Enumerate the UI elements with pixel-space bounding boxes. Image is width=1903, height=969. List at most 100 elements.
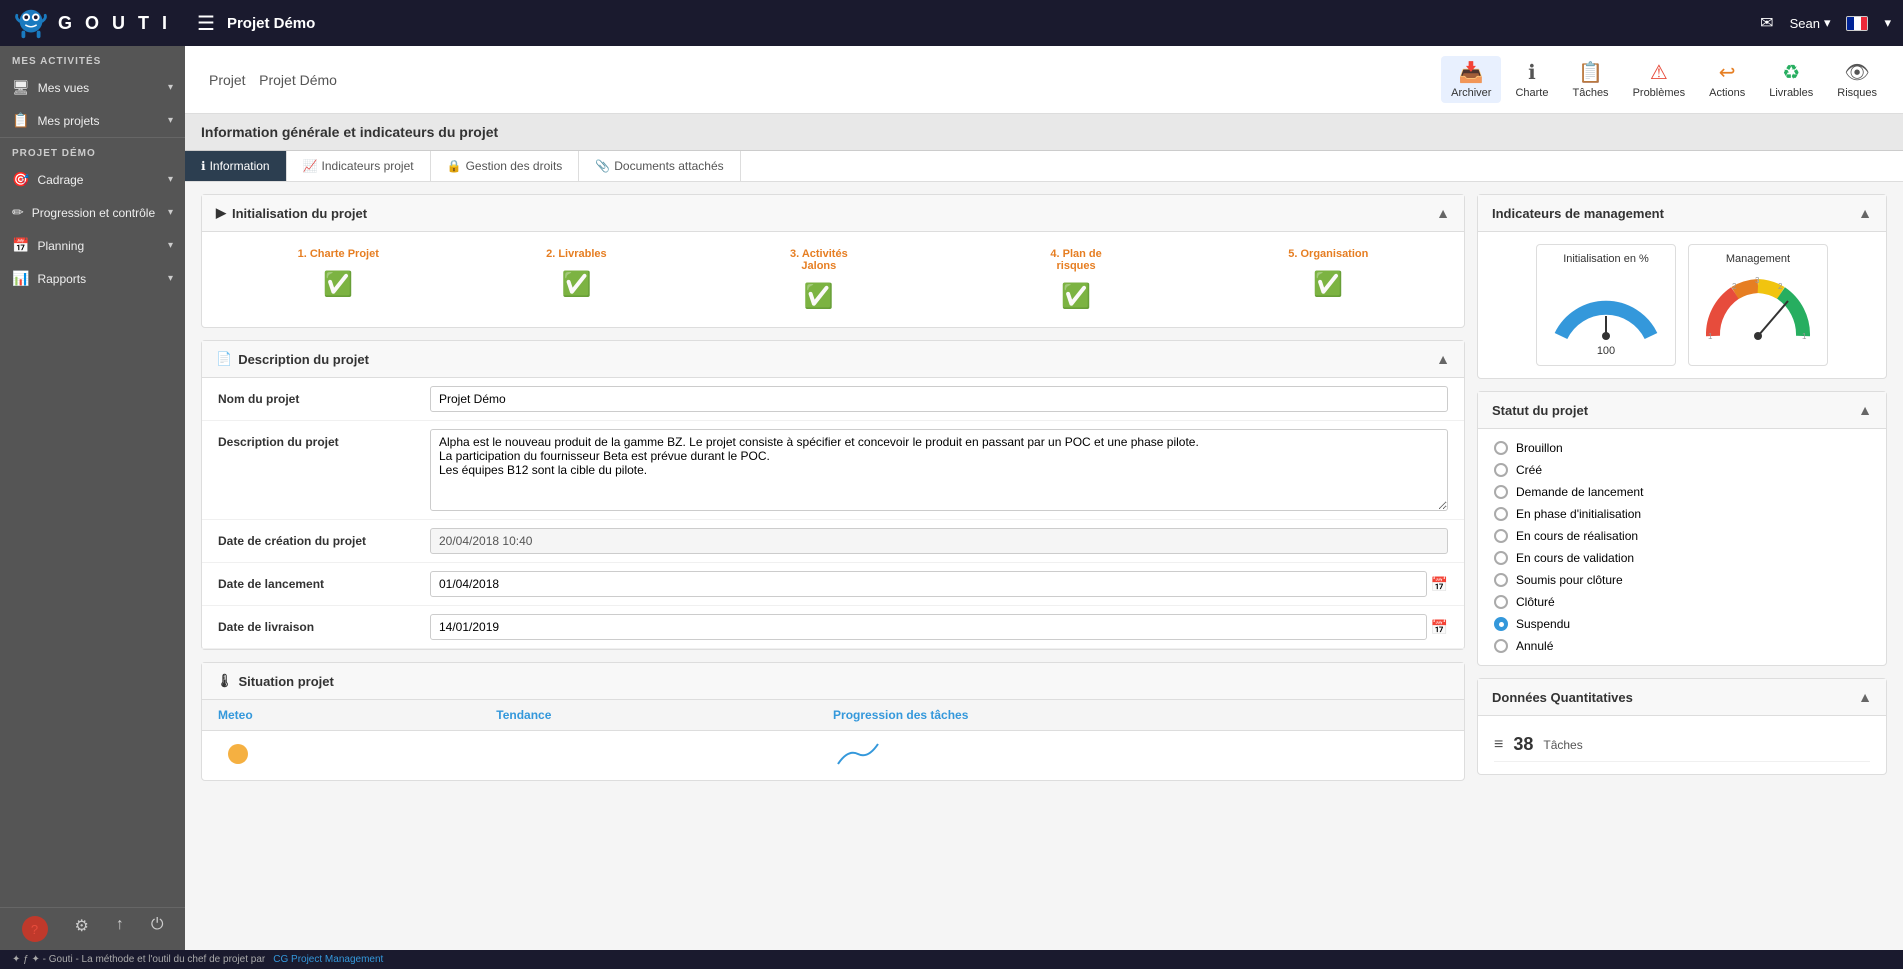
progression-icon: ✏: [12, 204, 24, 221]
indicateurs-content: Initialisation en % 100: [1478, 232, 1886, 378]
statut-cours-valid-label: En cours de validation: [1516, 551, 1634, 565]
language-flag[interactable]: [1846, 16, 1868, 31]
problemes-button[interactable]: ⚠ Problèmes: [1623, 56, 1696, 103]
radio-cree-icon: [1494, 463, 1508, 477]
mes-vues-arrow-icon: ▾: [168, 82, 173, 93]
tab-documents[interactable]: 📎 Documents attachés: [579, 151, 740, 181]
statut-soumis-cloture[interactable]: Soumis pour clôture: [1494, 573, 1870, 587]
statut-annule[interactable]: Annulé: [1494, 639, 1870, 653]
mes-activites-label: MES ACTIVITÉS: [0, 46, 185, 71]
statut-cours-validation[interactable]: En cours de validation: [1494, 551, 1870, 565]
content-title-row: Projet Projet Démo 📥 Archiver ℹ Charte 📋…: [185, 46, 1903, 114]
sidebar-item-progression[interactable]: ✏ Progression et contrôle ▾: [0, 196, 185, 229]
statut-brouillon[interactable]: Brouillon: [1494, 441, 1870, 455]
actions-button[interactable]: ↩ Actions: [1699, 56, 1755, 103]
svg-text:3: 3: [1755, 276, 1760, 285]
sidebar-item-cadrage[interactable]: 🎯 Cadrage ▾: [0, 163, 185, 196]
nav-right: ✉ Sean ▾ ▾: [1760, 13, 1891, 33]
taches-label: Tâches: [1572, 87, 1608, 99]
date-livraison-calendar-icon[interactable]: 📅: [1431, 619, 1448, 636]
charte-button[interactable]: ℹ Charte: [1505, 56, 1558, 103]
flag-red: [1861, 17, 1868, 30]
settings-icon[interactable]: ⚙: [75, 916, 89, 942]
power-icon[interactable]: ⏻: [151, 916, 164, 942]
description-projet-row: Description du projet: [202, 421, 1464, 520]
statut-phase-init[interactable]: En phase d'initialisation: [1494, 507, 1870, 521]
sidebar-item-rapports[interactable]: 📊 Rapports ▾: [0, 262, 185, 295]
description-title: Description du projet: [238, 352, 1436, 367]
situation-header: 🌡 Situation projet: [202, 663, 1464, 700]
indicateurs-collapse-icon[interactable]: ▲: [1858, 205, 1872, 221]
page-title: Projet Projet Démo: [201, 68, 337, 91]
tab-gestion-icon: 🔒: [447, 159, 462, 173]
sidebar-item-mes-vues[interactable]: 🖥 Mes vues ▾: [0, 71, 185, 104]
livrables-label: Livrables: [1769, 87, 1813, 99]
indicateurs-card: Indicateurs de management ▲ Initialisati…: [1477, 194, 1887, 379]
svg-text:2: 2: [1732, 282, 1737, 291]
gauge-init-title: Initialisation en %: [1563, 253, 1649, 265]
upload-icon[interactable]: ↑: [116, 916, 124, 942]
donnees-content: ≡ 38 Tâches: [1478, 716, 1886, 774]
mail-icon[interactable]: ✉: [1760, 13, 1773, 33]
statut-cours-realisation[interactable]: En cours de réalisation: [1494, 529, 1870, 543]
statut-header: Statut du projet ▲: [1478, 392, 1886, 429]
description-projet-textarea[interactable]: [430, 429, 1448, 511]
statut-suspendu[interactable]: Suspendu: [1494, 617, 1870, 631]
statut-cloture[interactable]: Clôturé: [1494, 595, 1870, 609]
date-livraison-label: Date de livraison: [218, 614, 418, 634]
help-button[interactable]: ?: [22, 916, 48, 942]
tab-indicateurs[interactable]: 📈 Indicateurs projet: [287, 151, 431, 181]
date-lancement-input[interactable]: [430, 571, 1427, 597]
flag-blue: [1847, 17, 1854, 30]
date-lancement-calendar-icon[interactable]: 📅: [1431, 576, 1448, 593]
initialisation-card: ▶ Initialisation du projet ▲ 1. Charte P…: [201, 194, 1465, 328]
problemes-label: Problèmes: [1633, 87, 1686, 99]
date-lancement-wrap: 📅: [430, 571, 1448, 597]
nom-projet-input[interactable]: [430, 386, 1448, 412]
date-lancement-row: Date de lancement 📅: [202, 563, 1464, 606]
nom-projet-label: Nom du projet: [218, 386, 418, 406]
sidebar-mes-projets-label: Mes projets: [37, 114, 160, 128]
initialisation-header-icon: ▶: [216, 205, 226, 221]
situation-icon: 🌡: [216, 673, 233, 689]
tab-information[interactable]: ℹ Information: [185, 151, 287, 181]
step-plan-risques-check-icon: ✅: [1061, 282, 1091, 311]
planning-arrow-icon: ▾: [168, 240, 173, 251]
tab-gestion-label: Gestion des droits: [466, 159, 563, 173]
initialisation-collapse-icon[interactable]: ▲: [1436, 205, 1450, 221]
statut-demande-label: Demande de lancement: [1516, 485, 1643, 499]
radio-cloture-icon: [1494, 595, 1508, 609]
progression-arrow-icon: ▾: [168, 207, 173, 218]
user-menu-button[interactable]: Sean ▾: [1790, 15, 1831, 31]
statut-cree[interactable]: Créé: [1494, 463, 1870, 477]
statut-collapse-icon[interactable]: ▲: [1858, 402, 1872, 418]
tab-indicateurs-label: Indicateurs projet: [322, 159, 414, 173]
livrables-button[interactable]: ♻ Livrables: [1759, 56, 1823, 103]
tab-gestion-droits[interactable]: 🔒 Gestion des droits: [431, 151, 580, 181]
sidebar-item-mes-projets[interactable]: 📋 Mes projets ▾: [0, 104, 185, 137]
tab-indicateurs-icon: 📈: [303, 159, 318, 173]
archiver-button[interactable]: 📥 Archiver: [1441, 56, 1501, 103]
statut-demande-lancement[interactable]: Demande de lancement: [1494, 485, 1870, 499]
taches-donnees-label: Tâches: [1543, 738, 1582, 752]
description-collapse-icon[interactable]: ▲: [1436, 351, 1450, 367]
donnees-collapse-icon[interactable]: ▲: [1858, 689, 1872, 705]
hamburger-icon[interactable]: ☰: [197, 11, 215, 36]
main-layout: MES ACTIVITÉS 🖥 Mes vues ▾ 📋 Mes projets…: [0, 46, 1903, 950]
sidebar-rapports-label: Rapports: [37, 272, 160, 286]
statut-cree-label: Créé: [1516, 463, 1542, 477]
description-projet-label: Description du projet: [218, 429, 418, 449]
statut-cloture-label: Clôturé: [1516, 595, 1555, 609]
situation-title: Situation projet: [239, 674, 1450, 689]
situation-table: Meteo Tendance Progression des tâches: [202, 700, 1464, 780]
risques-button[interactable]: 👁 Risques: [1827, 56, 1887, 103]
step-plan-risques-label: 4. Plan de risques: [1031, 248, 1121, 272]
date-livraison-input[interactable]: [430, 614, 1427, 640]
taches-button[interactable]: 📋 Tâches: [1562, 56, 1618, 103]
sidebar-item-planning[interactable]: 📅 Planning ▾: [0, 229, 185, 262]
gauge-init-svg: [1546, 271, 1666, 341]
bottom-link[interactable]: CG Project Management: [273, 954, 383, 965]
taches-count: 38: [1513, 734, 1533, 755]
step-charte: 1. Charte Projet ✅: [298, 248, 379, 311]
tab-documents-icon: 📎: [595, 159, 610, 173]
